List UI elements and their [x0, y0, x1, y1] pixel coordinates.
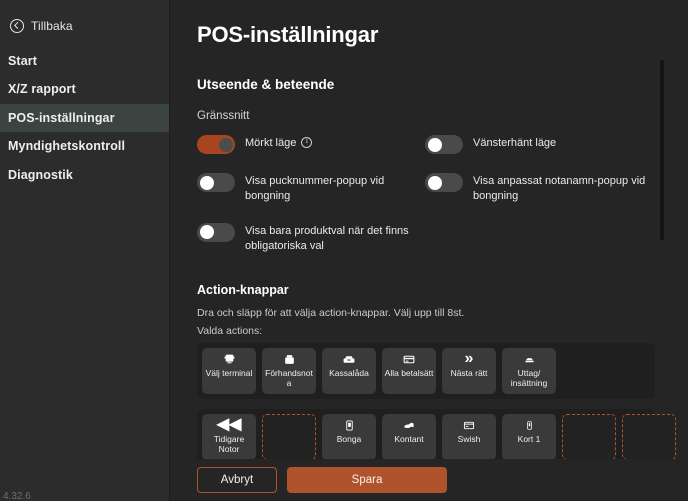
- action-tray-available: Välj terminal Förhandsnota Kassalåda All…: [197, 343, 655, 400]
- toggle-text-dark-mode: Mörkt läge: [245, 137, 297, 149]
- version-label: 4.32.6: [3, 491, 31, 501]
- toggle-grid: Mörkt läge Vänsterhänt läge Visa pucknum…: [197, 134, 655, 253]
- cash-icon: [402, 418, 416, 432]
- main-content: POS-inställningar Utseende & beteende Gr…: [170, 0, 688, 501]
- action-button-label: Förhandsnota: [265, 368, 313, 389]
- action-drop-slot-3[interactable]: [622, 414, 676, 459]
- action-button-label: Kontant: [394, 434, 424, 445]
- action-button-alla-betalsatt[interactable]: Alla betalsätt: [382, 348, 436, 395]
- action-button-forhandsnota[interactable]: Förhandsnota: [262, 348, 316, 395]
- action-drop-slot-2[interactable]: [562, 414, 616, 459]
- back-button[interactable]: Tillbaka: [0, 0, 169, 38]
- toggle-row-left-handed: Vänsterhänt läge: [425, 134, 655, 154]
- action-button-label: Alla betalsätt: [384, 368, 434, 379]
- toggle-knob: [199, 225, 214, 240]
- payment-methods-icon: [402, 352, 416, 366]
- double-chevron-left-icon: ◀◀: [216, 416, 242, 434]
- sidebar-item-diagnostik[interactable]: Diagnostik: [0, 161, 169, 189]
- scrollbar-thumb[interactable]: [660, 60, 664, 240]
- cash-drawer-icon: [342, 352, 356, 366]
- toggle-knob: [427, 137, 442, 152]
- toggle-row-custom-note-popup: Visa anpassat notanamn-popup vid bongnin…: [425, 172, 655, 204]
- action-button-valj-terminal[interactable]: Välj terminal: [202, 348, 256, 395]
- sidebar-item-start[interactable]: Start: [0, 47, 169, 75]
- sidebar-nav: Start X/Z rapport POS-inställningar Mynd…: [0, 47, 169, 189]
- action-button-label: Swish: [457, 434, 481, 445]
- action-button-label: Uttag/ insättning: [510, 368, 548, 389]
- sidebar: Tillbaka Start X/Z rapport POS-inställni…: [0, 0, 170, 501]
- toggle-label-left-handed: Vänsterhänt läge: [473, 137, 557, 149]
- toggle-knob: [218, 137, 233, 152]
- toggle-mandatory-choices[interactable]: [197, 222, 235, 242]
- receipt-preview-icon: [283, 352, 296, 366]
- action-button-nasta-ratt[interactable]: » Nästa rätt: [442, 348, 496, 395]
- card-icon: [462, 418, 476, 432]
- action-tray-selected: ◀◀ Tidigare Notor Bonga Kontant Swish Ko…: [197, 409, 676, 459]
- toggle-knob: [199, 175, 214, 190]
- tablet-order-icon: [344, 418, 355, 432]
- toggle-left-handed[interactable]: [425, 135, 463, 154]
- sidebar-item-myndighetskontroll[interactable]: Myndighetskontroll: [0, 132, 169, 160]
- sidebar-item-xz-rapport[interactable]: X/Z rapport: [0, 75, 169, 103]
- action-drop-slot-1[interactable]: [262, 414, 316, 459]
- action-button-label: Välj terminal: [205, 368, 253, 379]
- section-title-appearance: Utseende & beteende: [197, 77, 335, 92]
- back-button-label: Tillbaka: [31, 18, 73, 33]
- toggle-label-dark-mode: Mörkt läge: [245, 134, 313, 151]
- toggle-row-puck-popup: Visa pucknummer-popup vid bongning: [197, 172, 425, 204]
- action-button-bonga[interactable]: Bonga: [322, 414, 376, 459]
- scrollbar-track[interactable]: [660, 60, 664, 318]
- toggle-dark-mode[interactable]: [197, 135, 235, 154]
- action-button-uttag-insattning[interactable]: Uttag/ insättning: [502, 348, 556, 395]
- action-button-label: Tidigare Notor: [213, 434, 245, 455]
- action-button-kontant[interactable]: Kontant: [382, 414, 436, 459]
- action-button-swish[interactable]: Swish: [442, 414, 496, 459]
- toggle-knob: [427, 175, 442, 190]
- cancel-button[interactable]: Avbryt: [197, 467, 277, 493]
- action-button-kassalada[interactable]: Kassalåda: [322, 348, 376, 395]
- toggle-label-custom-note-popup: Visa anpassat notanamn-popup vid bongnin…: [473, 175, 646, 202]
- action-button-kort-1[interactable]: Kort 1: [502, 414, 556, 459]
- sidebar-item-pos-installningar[interactable]: POS-inställningar: [0, 103, 169, 133]
- toggle-label-puck-popup: Visa pucknummer-popup vid bongning: [245, 175, 385, 202]
- toggle-row-dark-mode: Mörkt läge: [197, 134, 425, 154]
- cash-inout-icon: [523, 352, 536, 366]
- toggle-grid-spacer: [425, 222, 655, 254]
- actions-description: Dra och släpp för att välja action-knapp…: [197, 307, 465, 320]
- subsection-title-interface: Gränssnitt: [197, 110, 250, 122]
- action-button-label: Kort 1: [517, 434, 541, 445]
- actions-heading: Action-knappar: [197, 283, 289, 298]
- action-button-label: Bonga: [336, 434, 362, 445]
- toggle-custom-note-popup[interactable]: [425, 173, 463, 192]
- action-button-label: Nästa rätt: [450, 368, 488, 379]
- actions-selected-label: Valda actions:: [197, 325, 263, 338]
- toggle-puck-popup[interactable]: [197, 173, 235, 192]
- circle-arrow-left-icon: [10, 18, 24, 33]
- toggle-label-mandatory-choices: Visa bara produktval när det finns oblig…: [245, 224, 409, 252]
- phone-icon: [525, 418, 534, 432]
- double-chevron-right-icon: »: [464, 350, 474, 368]
- terminal-icon: [223, 352, 236, 366]
- save-button[interactable]: Spara: [287, 467, 447, 493]
- footer-actions: Avbryt Spara: [170, 459, 688, 501]
- app-root: Tillbaka Start X/Z rapport POS-inställni…: [0, 0, 688, 501]
- page-title: POS-inställningar: [197, 22, 379, 47]
- settings-scroll-area: Utseende & beteende Gränssnitt Mörkt läg…: [170, 58, 688, 459]
- info-icon[interactable]: [301, 136, 313, 148]
- action-button-label: Kassalåda: [329, 368, 369, 379]
- action-button-tidigare-notor[interactable]: ◀◀ Tidigare Notor: [202, 414, 256, 459]
- toggle-row-mandatory-choices: Visa bara produktval när det finns oblig…: [197, 222, 425, 254]
